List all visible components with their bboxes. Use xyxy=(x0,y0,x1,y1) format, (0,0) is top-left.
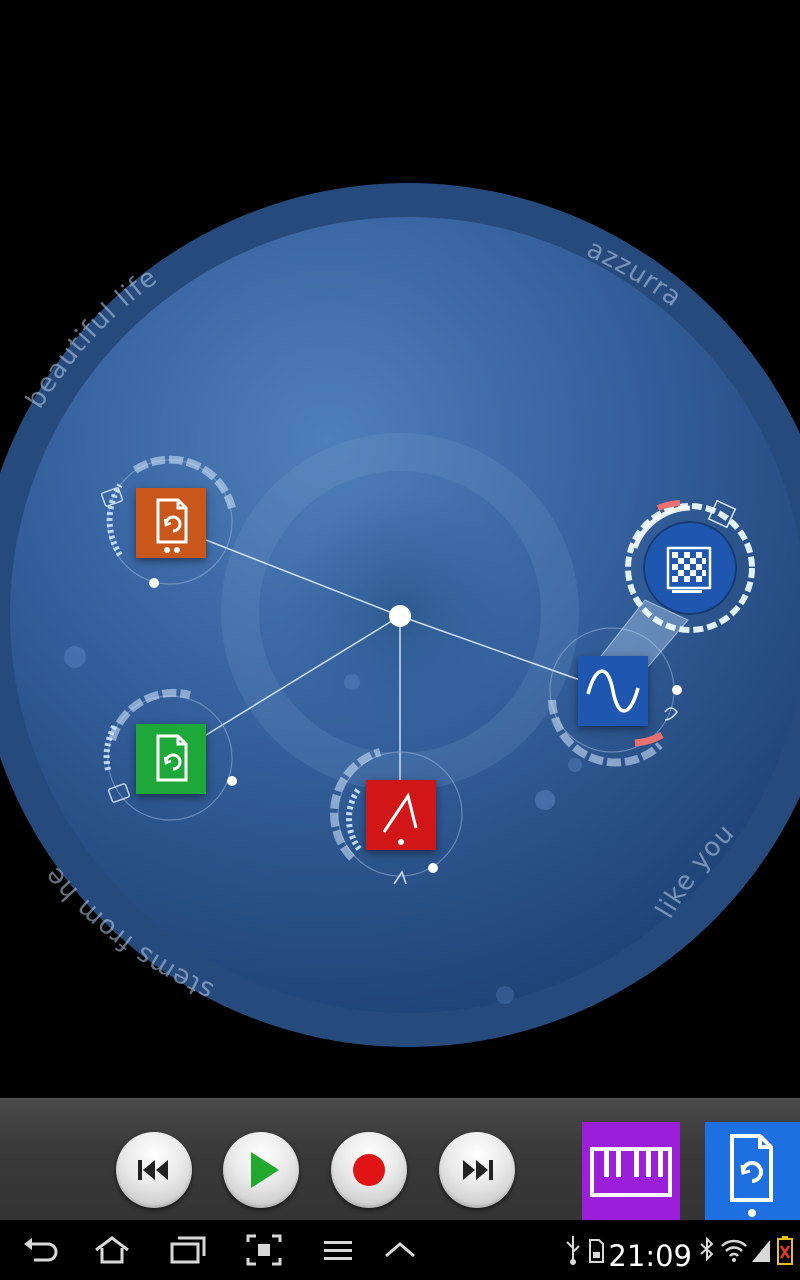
noise-module[interactable] xyxy=(660,540,718,598)
play-button[interactable] xyxy=(223,1132,299,1208)
screenshot-icon[interactable] xyxy=(244,1232,284,1268)
keyboard-palette-item[interactable] xyxy=(582,1122,680,1221)
sd-card-icon xyxy=(589,1239,604,1263)
transport-bar xyxy=(0,1098,800,1221)
home-icon[interactable] xyxy=(92,1232,132,1268)
sample-player-module[interactable] xyxy=(136,488,206,558)
skip-forward-icon xyxy=(463,1160,493,1180)
usb-icon xyxy=(566,1236,580,1265)
play-icon xyxy=(251,1152,279,1188)
piano-keys-icon xyxy=(590,1147,672,1197)
up-chevron-icon[interactable] xyxy=(382,1232,418,1268)
wifi-icon xyxy=(721,1239,747,1262)
battery-icon xyxy=(777,1236,793,1265)
status-clock: 21:09 xyxy=(608,1239,692,1273)
loop-player-module[interactable] xyxy=(136,724,206,794)
oscillator-module[interactable] xyxy=(578,656,648,726)
recent-apps-icon[interactable] xyxy=(168,1232,208,1268)
output-hub[interactable] xyxy=(389,605,411,627)
file-loop-icon xyxy=(730,1134,773,1217)
rewind-button[interactable] xyxy=(116,1132,192,1208)
envelope-module[interactable] xyxy=(366,780,436,850)
sine-wave-icon xyxy=(586,669,640,713)
file-loop-icon xyxy=(156,498,188,553)
bluetooth-icon xyxy=(700,1236,714,1262)
back-icon[interactable] xyxy=(20,1232,60,1268)
noise-grid-icon xyxy=(666,546,712,593)
record-icon xyxy=(353,1154,385,1186)
loop-palette-item[interactable] xyxy=(705,1122,800,1221)
patch-canvas[interactable]: beautiful life azzurra like you stems fr… xyxy=(0,0,800,1100)
skip-back-icon xyxy=(138,1160,168,1180)
record-button[interactable] xyxy=(331,1132,407,1208)
envelope-icon xyxy=(382,792,418,845)
signal-icon xyxy=(752,1240,770,1262)
menu-icon[interactable] xyxy=(320,1232,356,1268)
forward-button[interactable] xyxy=(439,1132,515,1208)
file-loop-icon xyxy=(156,734,188,782)
